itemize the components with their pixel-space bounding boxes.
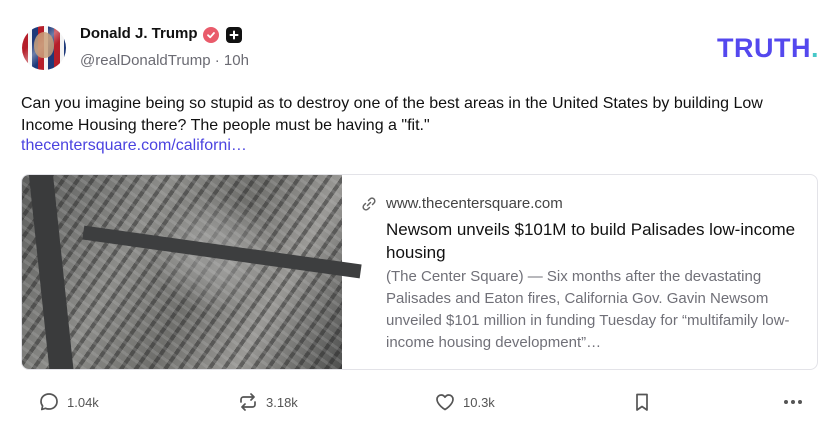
action-bar: 1.04k 3.18k 10.3k <box>0 391 840 421</box>
more-button[interactable] <box>781 391 805 413</box>
reply-count: 1.04k <box>67 394 99 410</box>
card-domain: www.thecentersquare.com <box>386 195 563 212</box>
handle-text: @realDonaldTrump <box>80 52 211 69</box>
reply-icon <box>40 393 58 411</box>
bookmark-button[interactable] <box>631 391 653 413</box>
retruth-button[interactable]: 3.18k <box>237 391 298 413</box>
retruth-icon <box>240 393 256 411</box>
author-name[interactable]: Donald J. Trump <box>80 25 198 42</box>
post-time: 10h <box>223 52 249 69</box>
truth-logo[interactable]: TRUTH. <box>717 33 819 64</box>
like-count: 10.3k <box>463 394 495 410</box>
verified-badge-icon <box>203 27 219 43</box>
retruth-count: 3.18k <box>266 394 298 410</box>
reply-button[interactable]: 1.04k <box>38 391 99 413</box>
card-image[interactable] <box>22 175 362 369</box>
bookmark-icon <box>636 393 648 411</box>
card-title[interactable]: Newsom unveils $101M to build Palisades … <box>386 218 796 264</box>
image-road <box>28 175 76 369</box>
avatar[interactable] <box>22 26 66 70</box>
post-text: Can you imagine being so stupid as to de… <box>21 95 763 134</box>
card-description: (The Center Square) — Six months after t… <box>386 268 790 351</box>
post-link[interactable]: thecentersquare.com/californi… <box>21 135 247 157</box>
avatar-face <box>34 32 54 58</box>
link-preview-card[interactable]: www.thecentersquare.com Newsom unveils $… <box>21 174 818 370</box>
logo-text: TRUTH <box>717 33 811 63</box>
author-handle[interactable]: @realDonaldTrump · 10h <box>80 52 249 69</box>
heart-icon <box>436 394 454 411</box>
image-road-2 <box>82 225 362 279</box>
more-icon <box>784 400 802 404</box>
plus-badge-icon <box>226 27 242 43</box>
like-button[interactable]: 10.3k <box>434 391 495 413</box>
link-icon <box>362 197 376 211</box>
logo-dot: . <box>810 33 819 63</box>
